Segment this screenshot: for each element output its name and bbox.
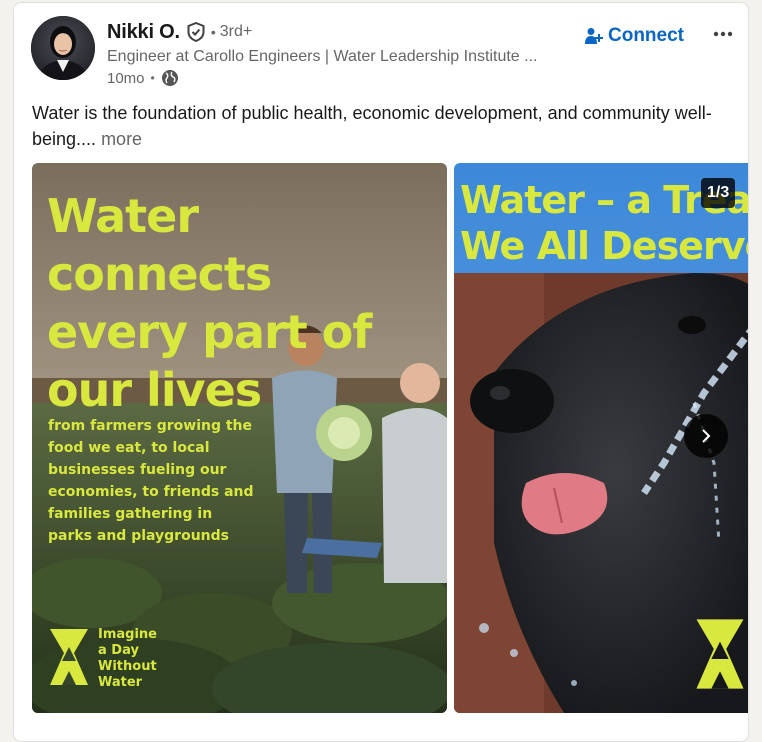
- logo-text-line: Without: [98, 659, 157, 674]
- slide-1-body-text: from farmers growing the food we eat, to…: [48, 418, 254, 544]
- verified-shield-icon: [187, 21, 205, 43]
- globe-icon: [161, 69, 179, 87]
- carousel-counter: 1/3: [701, 178, 736, 208]
- feed-post-card: Nikki O. • 3rd+ Engineer at Carollo Engi…: [13, 2, 749, 742]
- person-add-icon: [585, 28, 603, 44]
- author-name-row: Nikki O. • 3rd+: [107, 19, 252, 45]
- post-meta: 10mo •: [107, 68, 179, 88]
- chevron-right-icon: [702, 429, 711, 443]
- separator-dot: •: [150, 71, 155, 85]
- logo-text-line: a Day: [98, 643, 139, 658]
- slide-1-headline: Water connects every part of our lives: [47, 187, 372, 419]
- carousel-next-button[interactable]: [684, 414, 728, 458]
- overflow-menu-icon[interactable]: [711, 22, 735, 46]
- post-text: Water is the foundation of public health…: [32, 100, 732, 152]
- slide-1-headline-line: every part of: [47, 305, 372, 359]
- slide-1-headline-line: Water: [47, 189, 199, 243]
- slide-2-headline-line: We All Deserve: [460, 224, 749, 268]
- logo-text-line: Water: [98, 675, 143, 690]
- carousel-slide-1[interactable]: Water connects every part of our lives f…: [32, 163, 447, 713]
- campaign-logo-mark: [696, 619, 744, 689]
- logo-text-line: Imagine: [98, 627, 157, 642]
- slide-1-headline-line: connects: [47, 247, 272, 301]
- image-carousel[interactable]: Water connects every part of our lives f…: [32, 163, 749, 715]
- author-name[interactable]: Nikki O.: [107, 21, 180, 44]
- connect-label: Connect: [608, 25, 684, 46]
- author-headline: Engineer at Carollo Engineers | Water Le…: [107, 48, 538, 65]
- see-more-link[interactable]: more: [101, 129, 142, 149]
- campaign-logo-text: Imagine a Day Without Water: [98, 627, 157, 691]
- slide-1-headline-line: our lives: [47, 363, 262, 417]
- campaign-logo-mark: [50, 629, 88, 685]
- connect-button[interactable]: Connect: [584, 22, 684, 50]
- post-time: 10mo: [107, 69, 145, 87]
- author-avatar[interactable]: [31, 16, 95, 80]
- separator-dot: •: [210, 24, 216, 40]
- connection-degree: 3rd+: [219, 23, 253, 40]
